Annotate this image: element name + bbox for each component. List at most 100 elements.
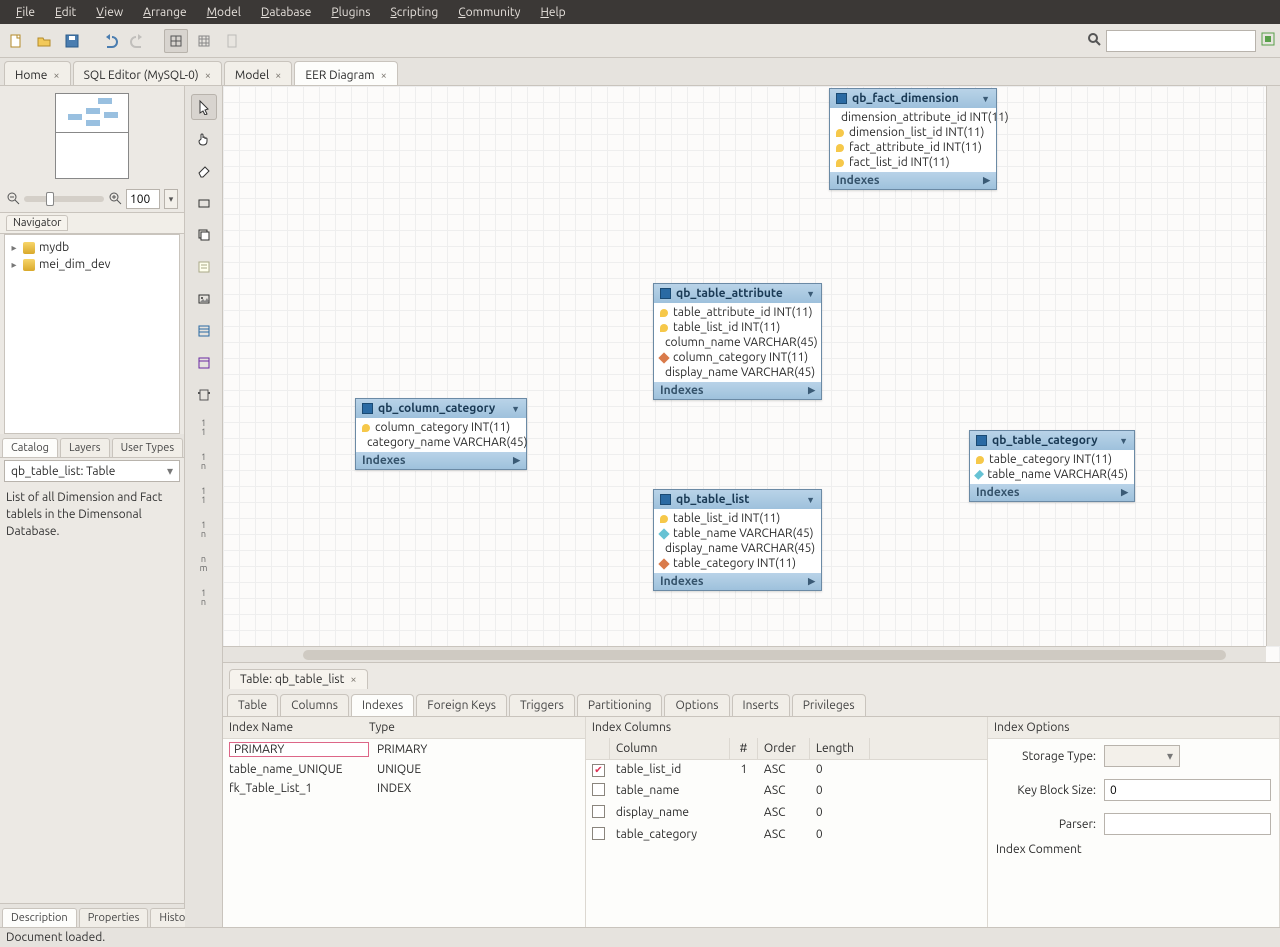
column[interactable]: column_category INT(11) [654,350,821,365]
open-icon[interactable] [32,29,56,53]
tool-1:n[interactable]: 1n [191,448,217,476]
close-icon[interactable]: × [275,70,281,82]
foottab-properties[interactable]: Properties [79,908,149,927]
index-row[interactable]: table_name_UNIQUEUNIQUE [223,760,585,779]
index-row[interactable]: fk_Table_List_1INDEX [223,779,585,798]
parser-input[interactable] [1104,813,1271,835]
tool-image[interactable] [191,286,217,312]
checkbox[interactable] [592,783,605,796]
editor-tab-columns[interactable]: Columns [280,694,349,716]
foottab-description[interactable]: Description [2,908,77,927]
editor-tab-foreign-keys[interactable]: Foreign Keys [416,694,507,716]
doctab-eer-diagram[interactable]: EER Diagram× [294,61,397,85]
column[interactable]: dimension_list_id INT(11) [830,125,996,140]
index-list[interactable]: Index NameType PRIMARYPRIMARYtable_name_… [223,717,586,927]
catalog-tree[interactable]: ▸mydb▸mei_dim_dev [4,234,180,434]
menu-view[interactable]: View [86,4,133,21]
close-icon[interactable]: × [205,70,211,82]
column[interactable]: column_name VARCHAR(45) [654,335,821,350]
editor-tab-options[interactable]: Options [664,694,729,716]
zoom-dropdown[interactable]: ▾ [164,189,178,209]
column[interactable]: table_category INT(11) [654,556,821,571]
menu-plugins[interactable]: Plugins [321,4,380,21]
index-column-row[interactable]: table_categoryASC0 [586,824,987,846]
tool-1:1[interactable]: 11 [191,414,217,442]
tool-hand[interactable] [191,126,217,152]
entity-qb-table-list[interactable]: qb_table_list▼ table_list_id INT(11)tabl… [653,489,822,591]
checkbox[interactable] [592,805,605,818]
editor-tab-indexes[interactable]: Indexes [351,694,414,716]
checkbox[interactable] [592,764,605,777]
grid-align-icon[interactable] [164,29,188,53]
search-input[interactable] [1106,30,1256,52]
column[interactable]: table_attribute_id INT(11) [654,305,821,320]
entity-qb-table-category[interactable]: qb_table_category▼ table_category INT(11… [969,430,1135,502]
column[interactable]: table_name VARCHAR(45) [654,526,821,541]
canvas-vscroll[interactable] [1266,86,1280,646]
object-selector[interactable]: qb_table_list: Table▾ [4,460,180,482]
diagram-canvas[interactable]: qb_fact_dimension▼ dimension_attribute_i… [223,86,1280,662]
index-column-row[interactable]: table_nameASC0 [586,780,987,802]
index-column-row[interactable]: display_nameASC0 [586,802,987,824]
editor-tab-triggers[interactable]: Triggers [509,694,575,716]
menu-database[interactable]: Database [251,4,322,21]
column[interactable]: table_list_id INT(11) [654,320,821,335]
menu-edit[interactable]: Edit [45,4,86,21]
editor-tab-inserts[interactable]: Inserts [732,694,790,716]
editor-tab-table[interactable]: Table [227,694,278,716]
menu-arrange[interactable]: Arrange [133,4,196,21]
index-row[interactable]: PRIMARYPRIMARY [223,739,585,760]
redo-icon[interactable] [126,29,150,53]
column[interactable]: display_name VARCHAR(45) [654,365,821,380]
tool-n:m[interactable]: nm [191,550,217,578]
entity-qb-column-category[interactable]: qb_column_category▼ column_category INT(… [355,398,527,470]
tool-table[interactable] [191,318,217,344]
entity-qb-fact-dimension[interactable]: qb_fact_dimension▼ dimension_attribute_i… [829,88,997,190]
column[interactable]: dimension_attribute_id INT(11) [830,110,996,125]
tool-rect[interactable] [191,190,217,216]
search-icon[interactable] [1086,31,1102,50]
minimap[interactable] [0,86,184,186]
doctab-model[interactable]: Model× [224,61,292,85]
tool-1:nt[interactable]: 1n [191,584,217,612]
tool-note[interactable] [191,254,217,280]
menu-model[interactable]: Model [197,4,251,21]
editor-tab-partitioning[interactable]: Partitioning [577,694,663,716]
doctab-sql-editor-mysql-0-[interactable]: SQL Editor (MySQL-0)× [73,61,222,85]
column[interactable]: category_name VARCHAR(45) [356,435,526,450]
menu-scripting[interactable]: Scripting [380,4,448,21]
tool-routine[interactable] [191,382,217,408]
tool-1:nd[interactable]: 1n [191,516,217,544]
column[interactable]: fact_attribute_id INT(11) [830,140,996,155]
close-icon[interactable]: × [350,674,356,686]
search-options-icon[interactable] [1260,31,1276,50]
db-node-mydb[interactable]: ▸mydb [7,239,177,256]
tool-pointer[interactable] [191,94,217,120]
close-icon[interactable]: × [53,70,59,82]
zoom-in-icon[interactable] [108,191,122,208]
save-icon[interactable] [60,29,84,53]
checkbox[interactable] [592,827,605,840]
zoom-out-icon[interactable] [6,191,20,208]
editor-tab[interactable]: Table: qb_table_list× [229,669,368,689]
column[interactable]: table_list_id INT(11) [654,511,821,526]
tool-layer[interactable] [191,222,217,248]
subtab-user-types[interactable]: User Types [112,438,184,457]
grid-icon[interactable] [192,29,216,53]
db-node-mei_dim_dev[interactable]: ▸mei_dim_dev [7,256,177,273]
canvas-hscroll[interactable] [223,646,1266,662]
tool-eraser[interactable] [191,158,217,184]
editor-tab-privileges[interactable]: Privileges [792,694,866,716]
menu-help[interactable]: Help [530,4,575,21]
close-icon[interactable]: × [381,70,387,82]
storage-type-combo[interactable]: ▾ [1104,745,1180,767]
doctab-home[interactable]: Home× [4,61,71,85]
column[interactable]: table_category INT(11) [970,452,1134,467]
new-document-icon[interactable] [4,29,28,53]
index-columns[interactable]: Index Columns Column # Order Length tabl… [586,717,988,927]
undo-icon[interactable] [98,29,122,53]
column[interactable]: column_category INT(11) [356,420,526,435]
key-block-size-input[interactable] [1104,779,1271,801]
menu-file[interactable]: File [6,4,45,21]
subtab-catalog[interactable]: Catalog [2,438,58,457]
